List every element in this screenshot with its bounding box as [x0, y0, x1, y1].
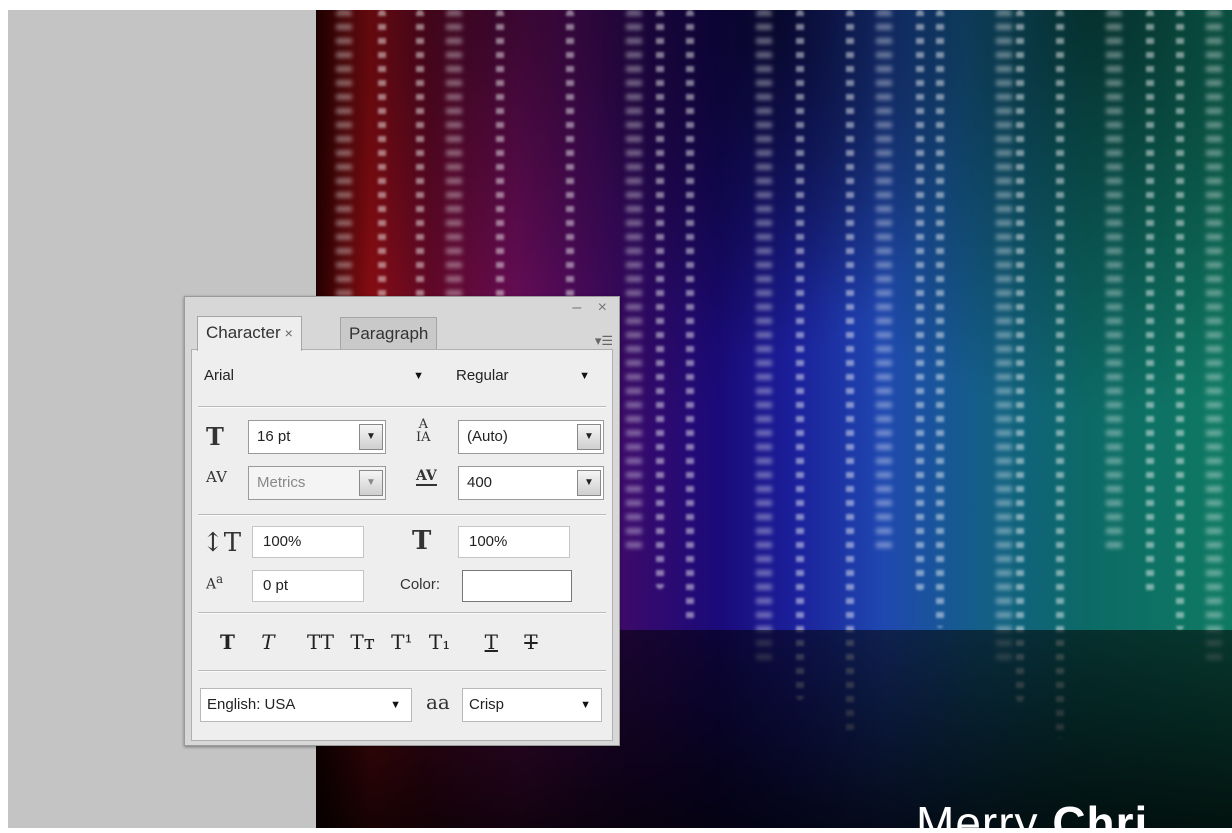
divider [198, 514, 606, 516]
font-family-value: Arial [204, 367, 235, 384]
light-streak [936, 10, 944, 628]
color-label: Color: [400, 576, 441, 593]
tracking-combo[interactable]: 400 ▼ [458, 466, 604, 500]
panel-window-controls[interactable]: – × [572, 299, 613, 317]
baseline-shift-value: 0 pt [263, 577, 289, 594]
horizontal-scale-value: 100% [469, 533, 508, 550]
light-streak [996, 10, 1012, 665]
light-streak [1206, 10, 1222, 667]
chevron-down-icon: ▼ [413, 370, 424, 382]
light-streak [1146, 10, 1154, 593]
light-streak [1176, 10, 1184, 630]
tracking-icon: AV [416, 468, 437, 486]
character-panel: – × Character × Paragraph ▾☰ Arial ▼ Regu… [184, 296, 620, 746]
greeting-regular: Merry [916, 797, 1053, 828]
light-streak [846, 10, 854, 737]
leading-value: (Auto) [467, 428, 508, 445]
divider [198, 670, 606, 672]
color-swatch[interactable] [462, 570, 572, 602]
language-select[interactable]: English: USA ▼ [200, 688, 412, 722]
chevron-down-icon: ▼ [390, 699, 401, 711]
chevron-down-icon: ▼ [580, 699, 591, 711]
light-streak [1016, 10, 1024, 702]
chevron-down-icon[interactable]: ▼ [577, 470, 601, 496]
antialias-icon: aa [426, 690, 450, 714]
font-style-value: Regular [456, 367, 509, 384]
horizontal-scale-icon: T [412, 526, 432, 556]
font-size-value: 16 pt [257, 428, 291, 445]
tab-paragraph-label: Paragraph [349, 324, 429, 343]
light-streak [756, 10, 772, 663]
divider [198, 406, 606, 408]
light-streak [796, 10, 804, 700]
leading-icon: A IA [416, 417, 431, 445]
vertical-scale-value: 100% [263, 533, 302, 550]
light-streak [1106, 10, 1122, 556]
light-streak [876, 10, 892, 554]
type-style-buttons: T T TT Tт T¹ T₁ T T [220, 630, 538, 654]
horizontal-scale-field[interactable]: 100% [458, 526, 570, 558]
greeting-bold: Chri [1052, 797, 1149, 828]
baseline-shift-icon: Aa [206, 572, 224, 593]
antialias-value: Crisp [469, 696, 505, 713]
superscript-button[interactable]: T¹ [391, 630, 412, 654]
tab-character-label: Character [206, 323, 281, 342]
panel-menu-icon[interactable]: ▾☰ [595, 333, 613, 349]
greeting-text: Merry Chri [916, 796, 1148, 828]
light-streak [656, 10, 664, 589]
subscript-button[interactable]: T₁ [429, 630, 450, 654]
baseline-shift-field[interactable]: 0 pt [252, 570, 364, 602]
divider [198, 612, 606, 614]
light-streak [686, 10, 694, 626]
font-style-select[interactable]: Regular ▼ [450, 360, 600, 394]
vertical-scale-icon: ↕T [202, 528, 242, 558]
all-caps-button[interactable]: TT [307, 630, 334, 654]
tab-paragraph[interactable]: Paragraph [340, 317, 438, 350]
kerning-value: Metrics [257, 474, 306, 491]
chevron-down-icon[interactable]: ▼ [577, 424, 601, 450]
chevron-down-icon[interactable]: ▼ [359, 470, 383, 496]
font-size-combo[interactable]: 16 pt ▼ [248, 420, 386, 454]
faux-bold-button[interactable]: T [220, 630, 235, 654]
tracking-value: 400 [467, 474, 493, 491]
language-value: English: USA [207, 696, 296, 713]
chevron-down-icon[interactable]: ▼ [359, 424, 383, 450]
light-streak [626, 10, 642, 552]
strikethrough-button[interactable]: T [524, 630, 537, 654]
close-icon[interactable]: × [285, 325, 293, 341]
font-family-select[interactable]: Arial ▼ [198, 360, 434, 394]
underline-button[interactable]: T [485, 630, 498, 654]
tab-character[interactable]: Character × [197, 316, 302, 351]
panel-body: Arial ▼ Regular ▼ T 16 pt ▼ A IA (Auto) ▼… [191, 349, 613, 741]
faux-italic-button[interactable]: T [261, 630, 274, 654]
kerning-combo[interactable]: Metrics ▼ [248, 466, 386, 500]
font-size-icon: T [206, 422, 224, 451]
leading-combo[interactable]: (Auto) ▼ [458, 420, 604, 454]
small-caps-button[interactable]: Tт [350, 630, 374, 654]
light-streak [916, 10, 924, 591]
antialias-select[interactable]: Crisp ▼ [462, 688, 602, 722]
chevron-down-icon: ▼ [579, 370, 590, 382]
vertical-scale-field[interactable]: 100% [252, 526, 364, 558]
kerning-icon: AV [206, 468, 227, 486]
